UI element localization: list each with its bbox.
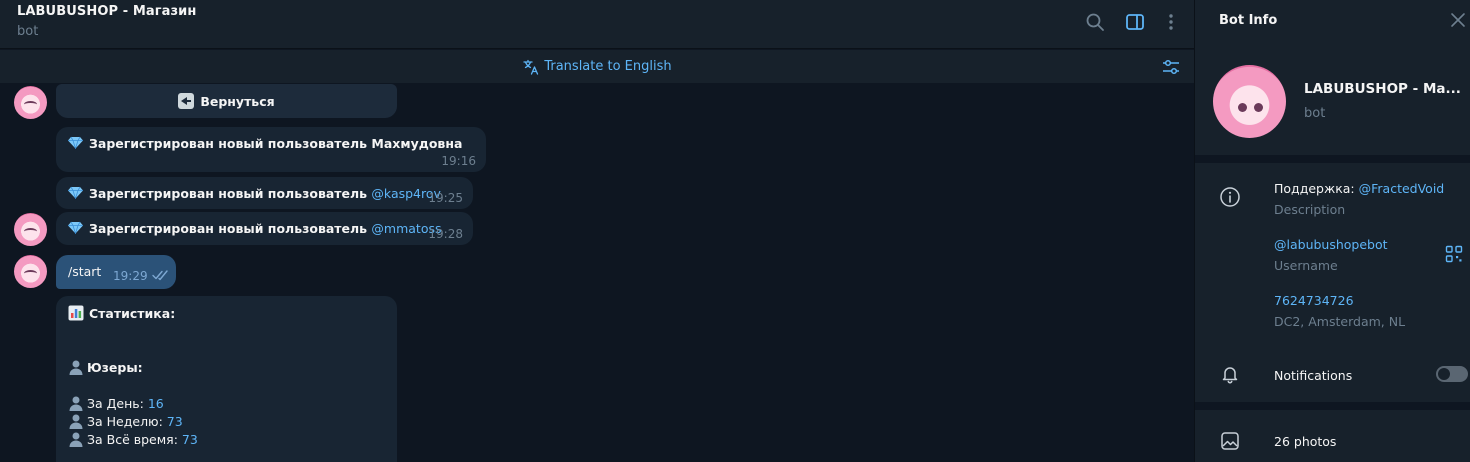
chat-area: LABUBUSHOP - Магазин bot Translate to En… — [0, 0, 1194, 462]
section-divider — [1195, 155, 1470, 163]
outgoing-message[interactable]: /start 19:29 — [56, 255, 176, 289]
stat-all-label: За Всё время: — [87, 432, 182, 447]
notifications-label: Notifications — [1274, 368, 1353, 383]
chat-subtitle: bot — [17, 24, 39, 39]
back-button[interactable]: Вернуться — [56, 84, 397, 118]
stat-week-value: 73 — [166, 414, 183, 429]
chat-header[interactable]: LABUBUSHOP - Магазин bot — [0, 0, 1194, 49]
username-label: Username — [1274, 258, 1338, 273]
panel-title: Bot Info — [1219, 13, 1278, 28]
back-button-label: Вернуться — [200, 93, 275, 109]
translate-label[interactable]: Translate to English — [544, 59, 671, 74]
description-label: Description — [1274, 202, 1346, 217]
photo-icon — [1219, 430, 1241, 452]
gem-icon — [68, 186, 83, 199]
user-silhouette-icon — [68, 413, 84, 429]
profile-avatar[interactable] — [1213, 65, 1286, 138]
double-check-icon — [152, 269, 170, 281]
message-text: Зарегистрирован новый пользователь Махму… — [89, 136, 463, 151]
stat-week-label: За Неделю: — [87, 414, 167, 429]
gem-icon — [68, 221, 83, 234]
search-icon[interactable] — [1084, 11, 1106, 33]
message-text: /start — [68, 264, 102, 279]
translate-bar[interactable]: Translate to English — [0, 50, 1194, 83]
bot-avatar[interactable] — [14, 86, 47, 119]
section-divider — [1195, 402, 1470, 410]
user-silhouette-icon — [68, 395, 84, 411]
bot-avatar[interactable] — [14, 213, 47, 246]
users-header: Юзеры: — [87, 360, 143, 375]
bar-chart-icon — [68, 305, 84, 321]
message-bubble[interactable]: Зарегистрирован новый пользователь @mmat… — [56, 212, 473, 245]
user-silhouette-icon — [68, 359, 84, 375]
notifications-toggle[interactable] — [1436, 366, 1468, 382]
stats-title: Статистика: — [89, 306, 176, 321]
bot-info-panel: Bot Info LABUBUSHOP - Ма... bot Поддержк… — [1194, 0, 1470, 462]
side-panel-icon[interactable] — [1124, 11, 1146, 33]
support-link[interactable]: @FractedVoid — [1359, 181, 1445, 196]
more-vertical-icon[interactable] — [1160, 11, 1182, 33]
user-silhouette-icon — [68, 431, 84, 447]
username-value[interactable]: @labubushopebot — [1274, 237, 1388, 252]
support-label: Поддержка: — [1274, 181, 1359, 196]
stat-all-value: 73 — [181, 432, 198, 447]
message-text: Зарегистрирован новый пользователь — [89, 221, 372, 236]
bell-icon — [1219, 363, 1241, 385]
info-icon — [1219, 186, 1241, 208]
back-arrow-icon — [178, 93, 195, 109]
photos-label[interactable]: 26 photos — [1274, 434, 1336, 449]
translate-icon — [522, 58, 540, 76]
message-bubble[interactable]: Зарегистрирован новый пользователь Махму… — [56, 127, 486, 172]
profile-name: LABUBUSHOP - Ма... — [1304, 81, 1461, 97]
gem-icon — [68, 136, 83, 149]
stat-day-value: 16 — [147, 396, 164, 411]
user-avatar[interactable] — [14, 255, 47, 288]
message-time: 19:25 — [428, 191, 463, 205]
translate-settings-icon[interactable] — [1160, 56, 1182, 78]
chat-title[interactable]: LABUBUSHOP - Магазин — [17, 4, 196, 19]
stat-day-label: За День: — [87, 396, 148, 411]
qr-code-icon[interactable] — [1445, 245, 1463, 263]
dc-label: DC2, Amsterdam, NL — [1274, 314, 1406, 329]
message-text: Зарегистрирован новый пользователь — [89, 186, 372, 201]
description-value: Поддержка: @FractedVoid — [1274, 181, 1444, 196]
bot-id-value[interactable]: 7624734726 — [1274, 293, 1354, 308]
close-icon[interactable] — [1449, 11, 1467, 29]
message-time: 19:29 — [113, 269, 148, 283]
message-time: 19:28 — [428, 227, 463, 241]
profile-subtitle: bot — [1304, 106, 1326, 121]
message-bubble[interactable]: Зарегистрирован новый пользователь @kasp… — [56, 177, 473, 209]
message-time: 19:16 — [441, 154, 476, 168]
stats-message[interactable]: Статистика: Юзеры: За День: 16 За Неделю… — [56, 296, 397, 462]
